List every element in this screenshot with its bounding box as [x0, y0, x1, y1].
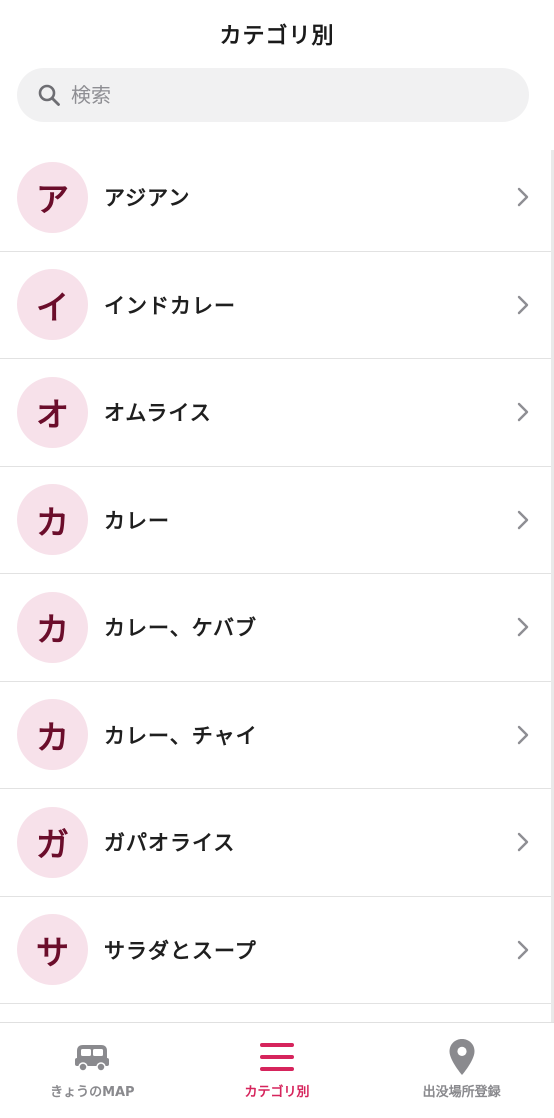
category-initial: カ: [36, 502, 69, 542]
category-row[interactable]: オ オムライス: [0, 359, 551, 467]
search-bar[interactable]: [17, 68, 529, 122]
menu-icon: [257, 1037, 297, 1077]
tab-label: きょうのMAP: [50, 1085, 135, 1100]
nav-header: カテゴリ別: [0, 0, 554, 68]
category-initial: オ: [36, 395, 69, 435]
category-row[interactable]: カ カレー: [0, 467, 551, 574]
category-label: アジアン: [104, 186, 191, 211]
car-icon: [72, 1037, 112, 1077]
chevron-right-icon: [517, 833, 529, 852]
category-avatar: サ: [17, 914, 88, 986]
category-avatar: イ: [17, 269, 88, 341]
category-initial: カ: [36, 717, 69, 757]
category-row[interactable]: ア アジアン: [0, 144, 551, 252]
category-avatar: ア: [17, 161, 88, 233]
tab-bar: きょうのMAP カテゴリ別 出没場所登録: [0, 1022, 554, 1118]
category-label: オムライス: [104, 401, 212, 426]
tab-label: 出没場所登録: [422, 1085, 501, 1100]
search-input[interactable]: [71, 83, 491, 107]
chevron-right-icon: [517, 188, 529, 207]
category-label: カレー、ケバブ: [104, 616, 257, 641]
category-avatar: カ: [17, 484, 88, 556]
page-title: カテゴリ別: [219, 24, 335, 49]
category-label: カレー、チャイ: [104, 723, 258, 748]
tab-todays-map[interactable]: きょうのMAP: [0, 1023, 185, 1118]
chevron-right-icon: [517, 940, 529, 959]
tab-label: カテゴリ別: [244, 1085, 310, 1100]
category-row[interactable]: サ サラダとスープ: [0, 897, 551, 1004]
category-row[interactable]: イ インドカレー: [0, 252, 551, 359]
category-list: ア アジアン イ インドカレー オ オムライス カ カレー カ カレー、ケバブ …: [0, 144, 551, 1004]
app-screen: カテゴリ別 ア アジアン イ インドカレー オ: [0, 0, 554, 1118]
category-label: インドカレー: [104, 293, 236, 318]
category-initial: カ: [36, 610, 69, 650]
tab-category[interactable]: カテゴリ別: [185, 1023, 370, 1118]
search-icon: [35, 81, 63, 109]
chevron-right-icon: [517, 725, 529, 744]
chevron-right-icon: [517, 295, 529, 314]
category-avatar: カ: [17, 591, 88, 663]
category-initial: サ: [36, 932, 69, 972]
category-initial: イ: [36, 287, 69, 327]
category-avatar: ガ: [17, 806, 88, 878]
chevron-right-icon: [517, 510, 529, 529]
tab-register-location[interactable]: 出没場所登録: [369, 1023, 554, 1118]
chevron-right-icon: [517, 403, 529, 422]
category-initial: ガ: [36, 825, 69, 865]
category-label: ガパオライス: [104, 831, 236, 856]
category-row[interactable]: ガ ガパオライス: [0, 789, 551, 897]
category-row[interactable]: カ カレー、ケバブ: [0, 574, 551, 682]
category-row[interactable]: カ カレー、チャイ: [0, 682, 551, 789]
map-pin-icon: [448, 1037, 476, 1077]
category-label: サラダとスープ: [104, 938, 257, 963]
category-avatar: オ: [17, 376, 88, 448]
category-avatar: カ: [17, 699, 88, 771]
chevron-right-icon: [517, 618, 529, 637]
category-initial: ア: [36, 180, 69, 220]
category-label: カレー: [104, 508, 170, 533]
